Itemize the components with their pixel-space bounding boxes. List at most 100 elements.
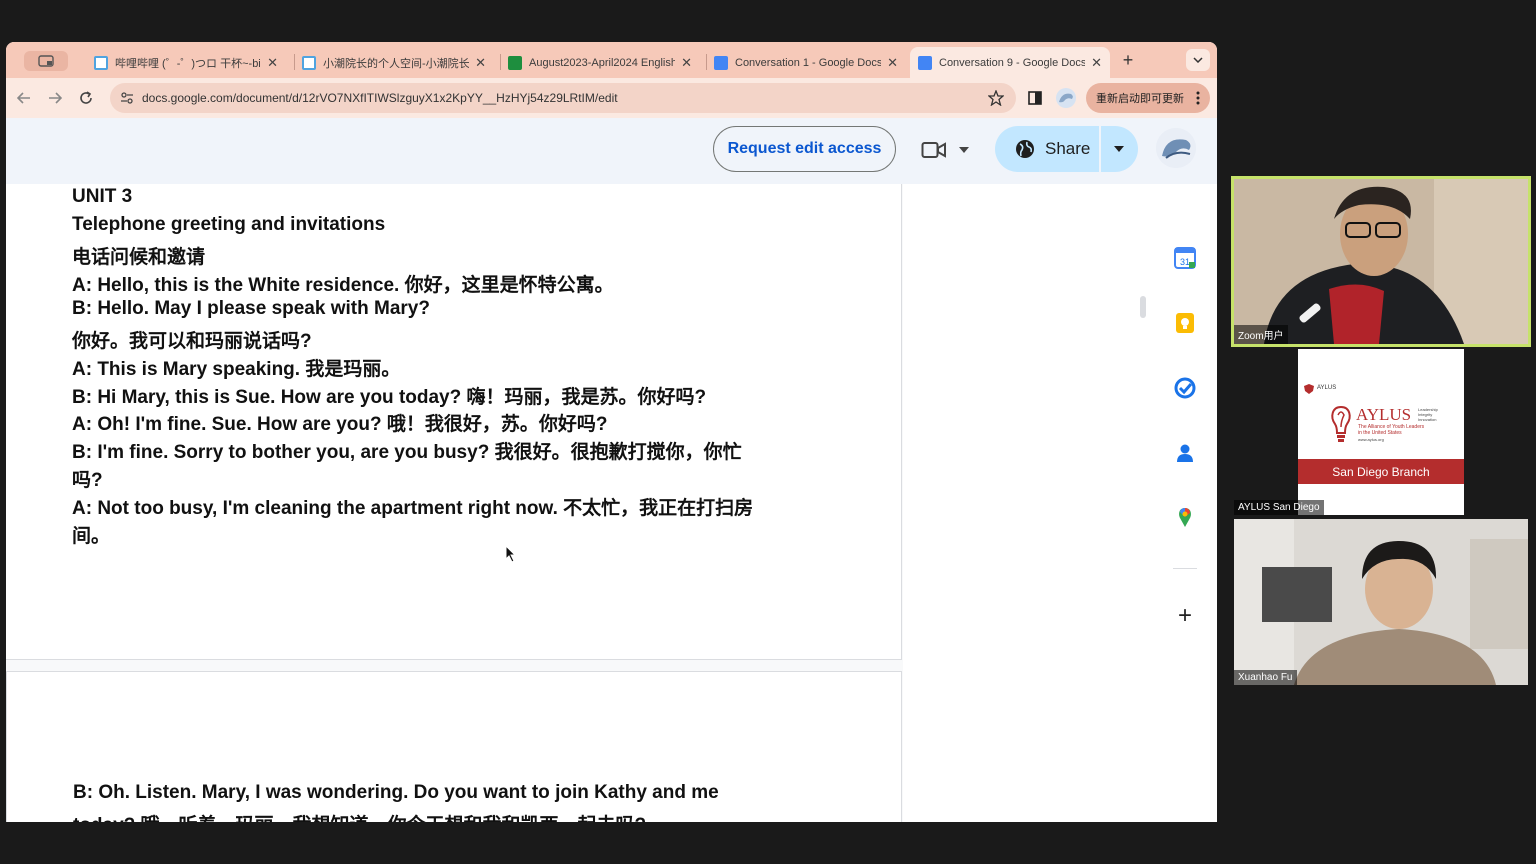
doc-line[interactable]: B: Oh. Listen. Mary, I was wondering. Do… (73, 782, 719, 804)
sheets-icon (508, 55, 522, 70)
doc-line[interactable]: B: I'm fine. Sorry to bother you, are yo… (72, 437, 742, 464)
tab-title: Conversation 9 - Google Docs (939, 56, 1086, 69)
tab-menu-button[interactable] (1186, 49, 1210, 71)
doc-line[interactable]: 电话问候和邀请 (72, 242, 205, 269)
shield-icon (1304, 384, 1314, 394)
share-button[interactable]: Share (995, 126, 1138, 172)
lightbulb-icon (1331, 405, 1351, 442)
doc-line[interactable]: 吗? (72, 465, 103, 492)
tab-title: 哔哩哔哩 (゜-゜)つロ 干杯~-bi (115, 57, 261, 70)
document-page[interactable]: B: Oh. Listen. Mary, I was wondering. Do… (6, 671, 902, 822)
arrow-right-icon (49, 92, 62, 104)
tab-bilibili[interactable]: 哔哩哔哩 (゜-゜)つロ 干杯~-bi ✕ (86, 47, 286, 78)
bilibili-icon (302, 55, 316, 70)
address-bar[interactable]: docs.google.com/document/d/12rVO7NXfITIW… (110, 83, 1016, 113)
tasks-icon[interactable] (1173, 376, 1197, 400)
tab-group-icon (38, 55, 54, 67)
aylus-logo-card: AYLUS AYLUS Leadership Integrity Innovat… (1298, 349, 1464, 515)
forward-button[interactable] (43, 86, 67, 110)
dolphin-icon (1156, 128, 1196, 168)
aylus-branch: San Diego Branch (1332, 464, 1430, 479)
document-canvas[interactable]: UNIT 3 Telephone greeting and invitation… (6, 184, 903, 822)
aylus-branch-bar: San Diego Branch (1298, 459, 1464, 484)
docs-icon (918, 55, 932, 70)
browser-toolbar: docs.google.com/document/d/12rVO7NXfITIW… (6, 78, 1217, 118)
tab-space[interactable]: 小潮院长的个人空间-小潮院长 ✕ (294, 47, 494, 78)
contacts-icon[interactable] (1173, 441, 1197, 465)
tab-search-button[interactable] (24, 51, 68, 71)
dolphin-icon (1059, 93, 1073, 103)
tab-conversation-1[interactable]: Conversation 1 - Google Docs ✕ (706, 47, 906, 78)
aylus-small-brand: AYLUS (1317, 385, 1337, 391)
share-label: Share (1045, 139, 1091, 158)
doc-line[interactable]: today? 哦，听着，玛丽，我想知道，你今天想和我和凯西一起去吗? (73, 810, 646, 822)
side-panel-divider (1173, 568, 1197, 569)
scrollbar-thumb[interactable] (1140, 296, 1146, 318)
doc-line[interactable]: A: Oh! I'm fine. Sue. How are you? 哦！我很好… (72, 409, 608, 436)
mouse-cursor-icon (505, 545, 517, 563)
close-icon[interactable]: ✕ (887, 55, 898, 71)
doc-line[interactable]: A: Not too busy, I'm cleaning the apartm… (72, 493, 753, 520)
request-edit-access-button[interactable]: Request edit access (713, 126, 896, 172)
add-addon-button[interactable]: + (1173, 604, 1197, 628)
side-panel-icon[interactable] (1028, 91, 1042, 105)
close-icon[interactable]: ✕ (267, 55, 278, 71)
close-icon[interactable]: ✕ (475, 55, 486, 71)
svg-text:31: 31 (1180, 257, 1190, 267)
participant-name: Xuanhao Fu (1234, 670, 1297, 685)
maps-icon[interactable] (1173, 506, 1197, 530)
doc-line[interactable]: Telephone greeting and invitations (72, 214, 385, 236)
reload-icon (80, 91, 92, 104)
doc-line[interactable]: UNIT 3 (72, 186, 132, 208)
aylus-website: www.aylus.org (1358, 437, 1384, 442)
back-button[interactable] (12, 86, 36, 110)
participant-name: Zoom用户 (1234, 325, 1288, 344)
document-page[interactable]: UNIT 3 Telephone greeting and invitation… (6, 184, 902, 660)
participant-image (1234, 179, 1528, 344)
participant-name: AYLUS San Diego (1234, 500, 1324, 515)
participant-image (1234, 519, 1528, 685)
site-info-icon[interactable] (120, 91, 134, 105)
tab-title: Conversation 1 - Google Docs (735, 56, 882, 69)
docs-header: Request edit access Share (6, 118, 1217, 184)
participant-video-xuanhao[interactable]: Xuanhao Fu (1234, 519, 1528, 685)
aylus-subtitle: in the United States (1358, 430, 1402, 436)
new-tab-button[interactable]: + (1118, 50, 1138, 70)
bilibili-icon (94, 55, 108, 70)
keep-icon[interactable] (1173, 311, 1197, 335)
globe-icon (1016, 140, 1034, 158)
meet-button[interactable] (921, 138, 971, 162)
arrow-left-icon (17, 92, 30, 104)
participant-video-aylus[interactable]: AYLUS AYLUS Leadership Integrity Innovat… (1234, 349, 1528, 515)
aylus-tagline: Innovation (1418, 417, 1437, 422)
tab-conversation-9[interactable]: Conversation 9 - Google Docs ✕ (910, 47, 1110, 78)
calendar-icon[interactable]: 31 (1173, 246, 1197, 270)
star-icon[interactable] (988, 90, 1004, 106)
close-icon[interactable]: ✕ (681, 55, 692, 71)
doc-line[interactable]: B: Hello. May I please speak with Mary? (72, 298, 430, 320)
tab-sheets[interactable]: August2023-April2024 English ✕ (500, 47, 700, 78)
chevron-down-icon (1193, 57, 1203, 63)
caret-down-icon[interactable] (1114, 146, 1124, 152)
doc-line[interactable]: A: Hello, this is the White residence. 你… (72, 270, 614, 297)
participant-video-zoom-user[interactable]: Zoom用户 (1231, 176, 1531, 347)
doc-line[interactable]: 你好。我可以和玛丽说话吗? (72, 326, 312, 353)
side-panel: 31 + (903, 184, 1217, 822)
doc-line[interactable]: A: This is Mary speaking. 我是玛丽。 (72, 354, 400, 381)
caret-down-icon (959, 147, 969, 153)
close-icon[interactable]: ✕ (1091, 55, 1102, 71)
reload-button[interactable] (74, 86, 98, 110)
video-camera-icon (921, 142, 946, 158)
relaunch-label: 重新启动即可更新 (1096, 93, 1184, 105)
profile-avatar-small[interactable] (1056, 88, 1076, 108)
tab-title: August2023-April2024 English (529, 56, 676, 69)
browser-window: 哔哩哔哩 (゜-゜)つロ 干杯~-bi ✕ 小潮院长的个人空间-小潮院长 ✕ A… (6, 42, 1217, 822)
doc-line[interactable]: 间。 (72, 521, 110, 548)
url-text: docs.google.com/document/d/12rVO7NXfITIW… (142, 91, 618, 105)
doc-line[interactable]: B: Hi Mary, this is Sue. How are you tod… (72, 382, 706, 409)
aylus-brand: AYLUS (1356, 405, 1412, 424)
relaunch-update-button[interactable]: 重新启动即可更新 (1086, 83, 1210, 113)
account-avatar[interactable] (1156, 128, 1196, 168)
tab-title: 小潮院长的个人空间-小潮院长 (323, 57, 470, 70)
tab-strip: 哔哩哔哩 (゜-゜)つロ 干杯~-bi ✕ 小潮院长的个人空间-小潮院长 ✕ A… (6, 42, 1217, 78)
